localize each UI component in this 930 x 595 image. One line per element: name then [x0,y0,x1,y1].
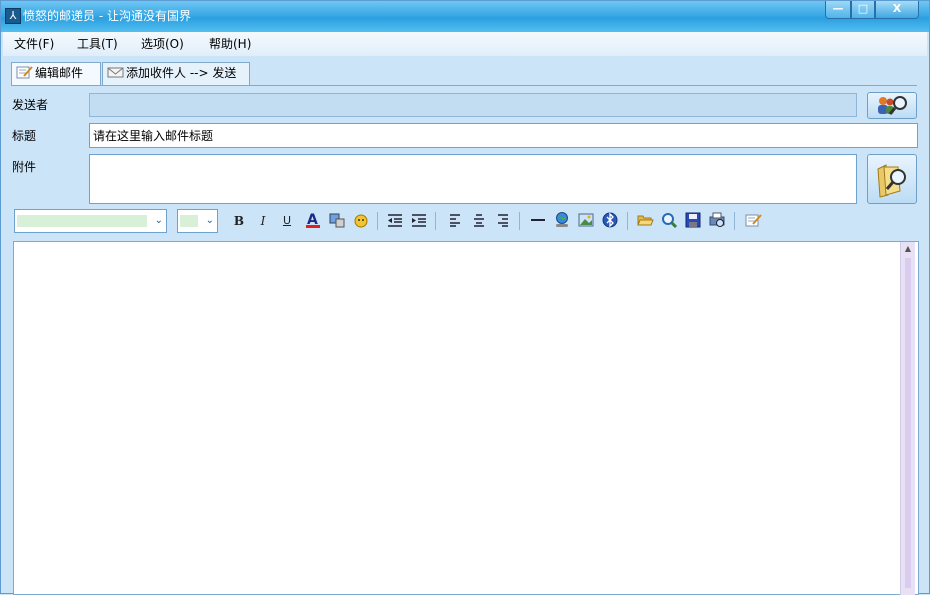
align-center-button[interactable] [469,211,489,231]
font-family-value [17,215,147,227]
italic-button[interactable]: I [253,211,273,231]
window-title: 愤怒的邮递员 - 让沟通没有国界 [23,9,191,23]
floppy-disk-icon [685,212,701,228]
folder-search-icon [877,164,906,198]
sender-label: 发送者 [12,98,49,112]
align-left-icon [450,214,460,227]
align-right-button[interactable] [493,211,513,231]
select-sender-button[interactable] [867,92,917,119]
highlight-icon [329,213,345,228]
folder-open-icon [637,215,654,226]
bold-button[interactable]: B [229,211,249,231]
emoticon-icon [354,214,368,228]
image-icon [578,213,594,227]
mail-body-editor[interactable] [13,241,919,595]
outdent-icon [388,214,402,227]
envelope-icon [107,67,124,78]
close-button[interactable]: X [875,1,919,19]
underline-button[interactable]: U [277,211,297,231]
menu-tools[interactable]: 工具(T) [77,37,118,51]
save-button[interactable] [683,211,703,231]
edit-note-icon [16,66,33,79]
toolbar-separator [627,212,628,230]
editor-scrollbar[interactable]: ▲ [900,242,915,595]
minimize-button[interactable]: — [825,1,851,19]
tab-add-recipients-label: 添加收件人 --> 发送 [126,66,237,80]
globe-link-icon [556,212,568,227]
insert-link-button[interactable] [552,211,572,231]
font-size-select[interactable]: ⌄ [177,209,218,233]
font-size-value [180,215,198,227]
toolbar-separator [377,212,378,230]
open-file-button[interactable] [635,211,655,231]
insert-image-button[interactable] [576,211,596,231]
source-edit-button[interactable] [743,211,763,231]
scroll-track[interactable] [905,258,911,588]
preview-button[interactable] [659,211,679,231]
tab-add-recipients[interactable]: 添加收件人 --> 发送 [102,62,250,85]
title-bar: ⅄ 愤怒的邮递员 - 让沟通没有国界 — □ X [1,1,929,32]
font-family-select[interactable]: ⌄ [14,209,167,233]
menu-help[interactable]: 帮助(H) [209,37,251,51]
align-center-icon [474,214,484,227]
maximize-button[interactable]: □ [851,1,875,19]
horizontal-rule-icon [531,219,545,221]
add-attachment-button[interactable] [867,154,917,204]
main-window: ⅄ 愤怒的邮递员 - 让沟通没有国界 — □ X 文件(F) 工具(T) 选项(… [0,0,930,595]
chevron-down-icon: ⌄ [205,215,214,226]
subject-input[interactable] [89,123,918,148]
chevron-down-icon: ⌄ [154,215,163,226]
indent-decrease-button[interactable] [385,211,405,231]
sender-field[interactable] [89,93,857,117]
attachment-label: 附件 [12,160,37,174]
toolbar-separator [734,212,735,230]
indent-icon [412,214,426,227]
font-color-icon: A [306,212,320,228]
magnifier-icon [662,213,678,229]
save-as-button[interactable] [707,211,727,231]
insert-special-button[interactable] [600,211,620,231]
bluetooth-icon [602,212,618,228]
toolbar-separator [519,212,520,230]
tab-edit-mail[interactable]: 编辑邮件 [11,62,101,86]
edit-note-icon [745,214,762,227]
font-color-button[interactable]: A [303,211,323,231]
menu-bar: 文件(F) 工具(T) 选项(O) 帮助(H) [3,32,927,56]
align-right-icon [498,214,508,227]
highlight-color-button[interactable] [327,211,347,231]
attachment-list[interactable] [89,154,857,204]
toolbar-separator [435,212,436,230]
contacts-search-icon [878,96,907,115]
subject-label: 标题 [12,129,37,143]
app-icon: ⅄ [5,8,21,24]
scroll-up-arrow-icon[interactable]: ▲ [901,242,915,256]
indent-increase-button[interactable] [409,211,429,231]
tab-divider [11,85,917,86]
horizontal-rule-button[interactable] [528,211,548,231]
emoticon-button[interactable] [351,211,371,231]
menu-file[interactable]: 文件(F) [14,37,54,51]
menu-options[interactable]: 选项(O) [141,37,184,51]
align-left-button[interactable] [445,211,465,231]
tab-edit-mail-label: 编辑邮件 [35,66,84,80]
print-preview-icon [709,212,725,227]
